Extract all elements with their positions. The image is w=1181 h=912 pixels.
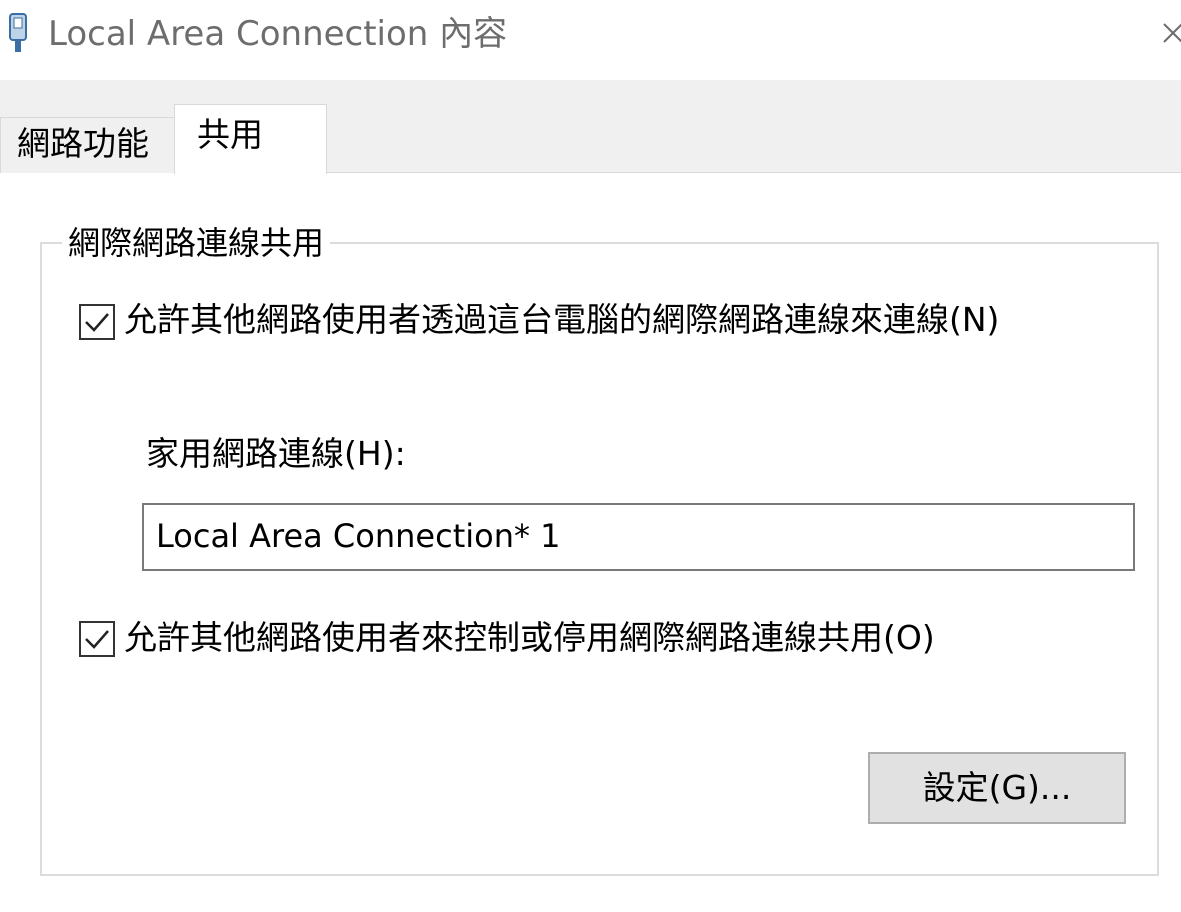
network-connection-icon [6, 12, 30, 56]
allow-connect-checkbox[interactable] [79, 304, 115, 340]
checkmark-icon [85, 630, 109, 649]
tab-networking[interactable]: 網路功能 [0, 117, 176, 173]
home-connection-label: 家用網路連線(H): [146, 434, 406, 473]
allow-control-label[interactable]: 允許其他網路使用者來控制或停用網際網路連線共用(O) [124, 618, 935, 658]
close-icon[interactable] [1158, 18, 1181, 48]
window-title: Local Area Connection 內容 [48, 14, 508, 54]
tab-sharing[interactable]: 共用 [174, 104, 327, 174]
title-bar: Local Area Connection 內容 [0, 0, 1181, 80]
settings-button[interactable]: 設定(G)... [868, 752, 1126, 824]
checkmark-icon [85, 313, 109, 332]
allow-connect-label[interactable]: 允許其他網路使用者透過這台電腦的網際網路連線來連線(N) [124, 300, 999, 340]
allow-control-checkbox[interactable] [79, 621, 115, 657]
home-connection-field[interactable]: Local Area Connection* 1 [142, 503, 1135, 571]
ics-group-label: 網際網路連線共用 [62, 223, 331, 263]
